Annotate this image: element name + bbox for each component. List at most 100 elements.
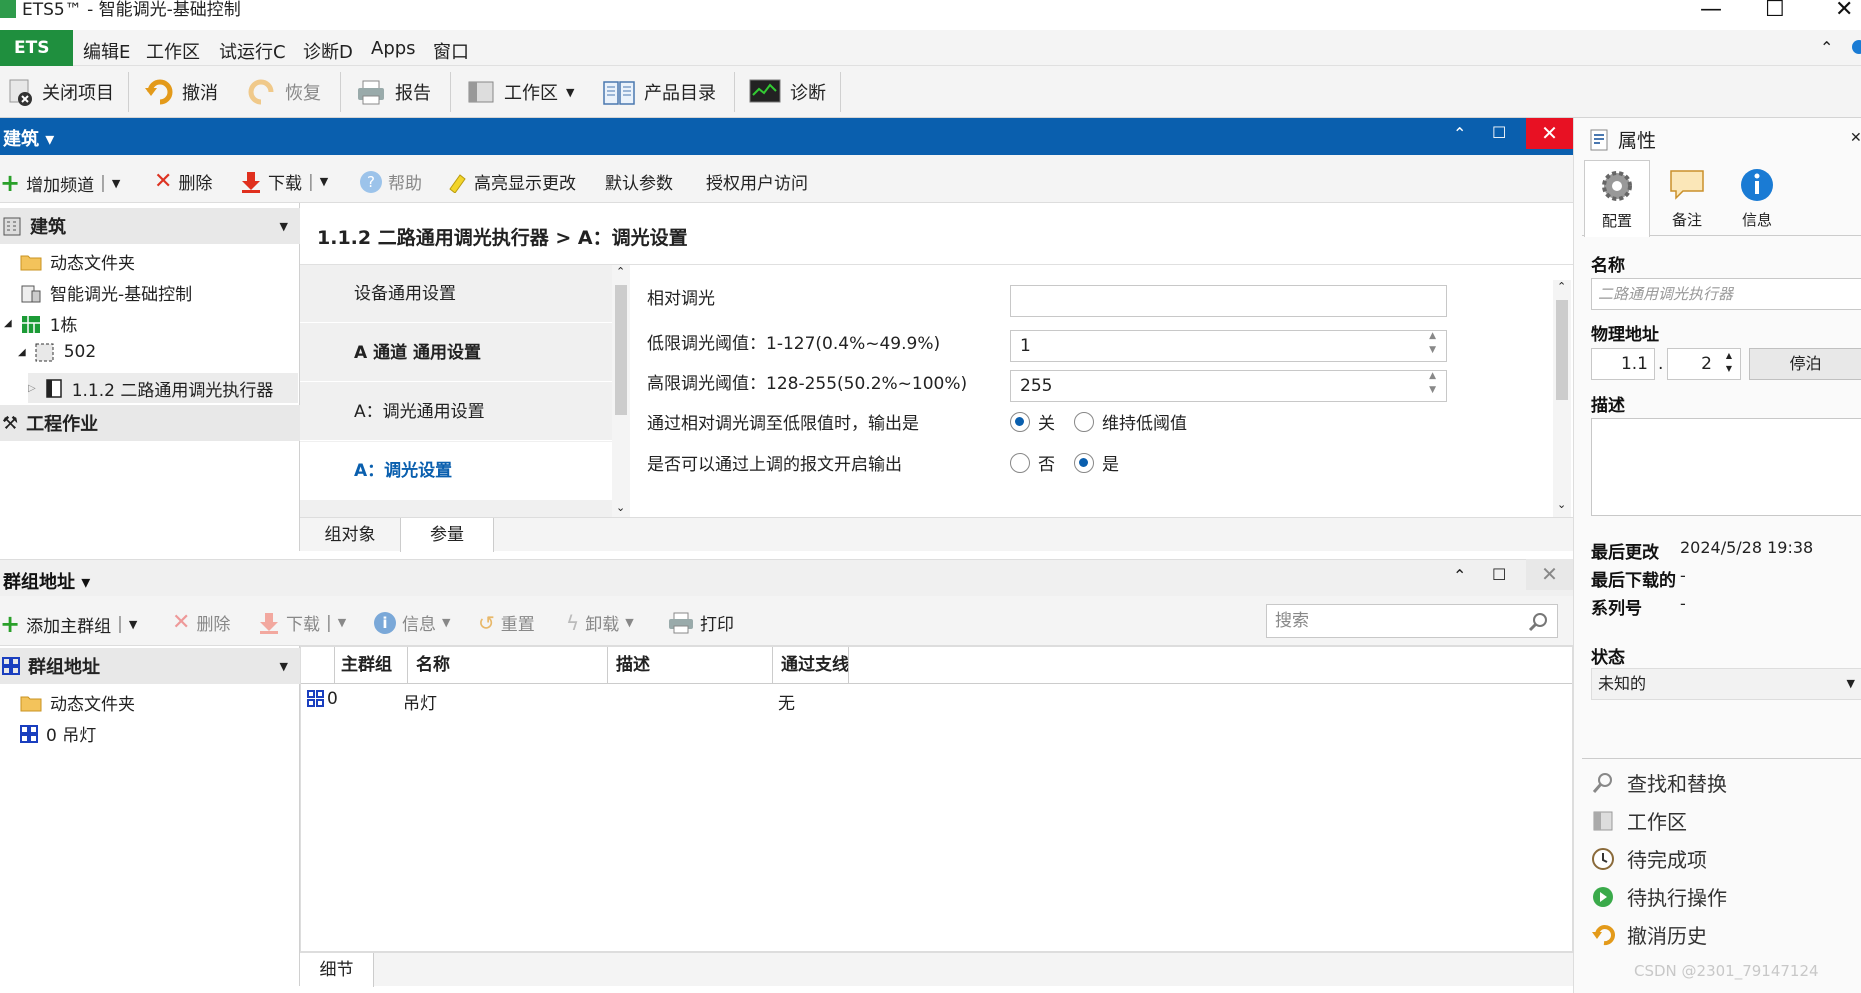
scroll-up-icon[interactable]: ⌃ <box>616 265 625 278</box>
tree-item-building[interactable]: ◢ 1栋 <box>4 311 78 336</box>
name-input[interactable]: 二路通用调光执行器 <box>1591 278 1861 310</box>
default-params-button[interactable]: 默认参数 <box>605 169 673 194</box>
scroll-thumb[interactable] <box>1556 300 1568 400</box>
scroll-down-icon[interactable]: ⌄ <box>1557 498 1566 511</box>
report-button[interactable]: 报告 <box>355 66 431 118</box>
delete-button[interactable]: ✕ 删除 <box>154 169 212 194</box>
status-select[interactable]: 未知的 ▼ <box>1591 668 1861 700</box>
tab-details[interactable]: 细节 <box>300 953 374 987</box>
side-undo-history[interactable]: 撤消历史 <box>1591 920 1707 949</box>
close-properties-icon[interactable]: ✕ <box>1850 130 1861 146</box>
table-row[interactable]: 0 吊灯 无 <box>301 685 1572 715</box>
redo-button[interactable]: 恢复 <box>247 66 321 118</box>
nav-a-dimming-general[interactable]: A：调光通用设置 <box>300 383 612 441</box>
tab-parameters[interactable]: 参量 <box>400 518 494 552</box>
side-workspace[interactable]: 工作区 <box>1591 806 1687 835</box>
delete-button[interactable]: ✕ 删除 <box>172 610 230 635</box>
nav-device-general[interactable]: 设备通用设置 <box>300 265 612 323</box>
expand-arrow-icon[interactable]: ◢ <box>18 347 26 358</box>
scroll-up-icon[interactable]: ⌃ <box>1557 280 1566 293</box>
stepper-arrows-icon[interactable]: ▲ ▼ <box>1429 369 1436 397</box>
phys-device-stepper[interactable]: 2 ▲ ▼ <box>1667 348 1741 380</box>
highlight-changes-button[interactable]: 高亮显示更改 <box>446 169 576 194</box>
maximize-button[interactable]: ☐ <box>1765 0 1785 21</box>
unload-button[interactable]: ϟ 卸载 ▼ <box>566 610 634 636</box>
print-button[interactable]: 打印 <box>668 610 734 635</box>
scroll-down-icon[interactable]: ⌄ <box>616 501 625 514</box>
dropdown-arrow-icon[interactable]: ▼ <box>280 660 288 673</box>
menu-apps[interactable]: Apps <box>371 38 416 59</box>
tree-header-work[interactable]: ⚒ 工程作业 <box>0 405 300 441</box>
add-channel-button[interactable]: + 增加频道 | ▼ <box>0 169 120 197</box>
column-name[interactable]: 名称 <box>408 647 608 683</box>
park-button[interactable]: 停泊 <box>1749 348 1861 380</box>
expand-arrow-icon[interactable]: ▷ <box>28 383 36 394</box>
nav-scrollbar[interactable]: ⌃ ⌄ <box>612 265 630 517</box>
nav-channel-a-general[interactable]: A 通道 通用设置 <box>300 324 612 382</box>
side-find-replace[interactable]: 查找和替换 <box>1591 768 1727 797</box>
undo-button[interactable]: 撤消 <box>144 66 218 118</box>
phys-area-field[interactable]: 1.1 <box>1591 348 1655 380</box>
output-off-radio[interactable]: 关 <box>1010 409 1055 434</box>
authorize-user-button[interactable]: 授权用户访问 <box>706 169 808 194</box>
menu-edit[interactable]: 编辑E <box>83 38 130 64</box>
dropdown-arrow-icon[interactable]: ▼ <box>442 616 450 629</box>
nav-a-dimming-settings[interactable]: A：调光设置 <box>300 442 612 500</box>
enable-no-radio[interactable]: 否 <box>1010 450 1055 475</box>
low-threshold-stepper[interactable]: 1 ▲ ▼ <box>1010 330 1447 362</box>
collapse-panel-icon[interactable]: ⌃ <box>1453 124 1466 143</box>
scroll-thumb[interactable] <box>615 285 627 415</box>
tree-item-room[interactable]: ◢ 502 <box>18 342 96 362</box>
info-button[interactable]: i 信息 ▼ <box>374 610 450 635</box>
close-building-panel-button[interactable]: ✕ <box>1526 118 1573 149</box>
group-search-input[interactable]: 搜索 <box>1266 604 1558 638</box>
output-keep-low-radio[interactable]: 维持低阈值 <box>1074 409 1187 434</box>
close-group-panel-button[interactable]: ✕ <box>1526 559 1573 590</box>
params-scrollbar[interactable]: ⌃ ⌄ <box>1553 280 1571 517</box>
enable-yes-radio[interactable]: 是 <box>1074 450 1119 475</box>
download-button[interactable]: 下载 | ▼ <box>258 610 346 635</box>
dropdown-arrow-icon[interactable]: ▼ <box>280 220 288 233</box>
dropdown-arrow-icon[interactable]: ▼ <box>129 618 137 631</box>
diagnostics-button[interactable]: 诊断 <box>748 66 826 118</box>
maximize-panel-icon[interactable]: ☐ <box>1492 565 1506 584</box>
dropdown-arrow-icon[interactable]: ▼ <box>338 616 346 629</box>
tree-header-group-addresses[interactable]: 群组地址 ▼ <box>0 648 300 684</box>
tab-config[interactable]: 配置 <box>1584 160 1650 237</box>
help-button[interactable]: ? 帮助 <box>360 169 422 194</box>
side-pending-operations[interactable]: 待执行操作 <box>1591 882 1727 911</box>
search-icon[interactable] <box>1527 611 1549 633</box>
add-main-group-button[interactable]: + 添加主群组 | ▼ <box>0 610 137 638</box>
tree-item-device[interactable]: ▷ 1.1.2 二路通用调光执行器 <box>28 373 298 403</box>
tab-info[interactable]: 信息 <box>1724 160 1790 237</box>
tab-notes[interactable]: 备注 <box>1654 160 1720 237</box>
building-panel-title[interactable]: 建筑 ▾ <box>3 125 54 151</box>
menu-commissioning[interactable]: 试运行C <box>219 38 286 64</box>
dropdown-arrow-icon[interactable]: ▼ <box>320 175 328 188</box>
side-todo[interactable]: 待完成项 <box>1591 844 1707 873</box>
dropdown-arrow-icon[interactable]: ▼ <box>112 177 120 190</box>
group-panel-title[interactable]: 群组地址 ▾ <box>3 568 90 594</box>
minimize-button[interactable]: — <box>1700 0 1722 21</box>
menu-diagnostics[interactable]: 诊断D <box>303 38 353 64</box>
close-window-button[interactable]: ✕ <box>1835 0 1853 21</box>
menu-workspace[interactable]: 工作区 <box>146 38 200 64</box>
reset-button[interactable]: ↺ 重置 <box>478 610 535 636</box>
stepper-arrows-icon[interactable]: ▲ ▼ <box>1726 349 1732 375</box>
description-textarea[interactable] <box>1591 418 1861 516</box>
column-pass-through[interactable]: 通过支线耦 <box>773 647 849 683</box>
column-main-group[interactable]: 主群组 <box>335 647 408 683</box>
tree-item-dynamic-folder[interactable]: 动态文件夹 <box>20 249 135 274</box>
download-button[interactable]: 下载 | ▼ <box>240 169 328 194</box>
collapse-panel-icon[interactable]: ⌃ <box>1453 566 1466 585</box>
high-threshold-stepper[interactable]: 255 ▲ ▼ <box>1010 370 1447 402</box>
tree-header-building[interactable]: 建筑 ▼ <box>0 208 300 244</box>
catalog-button[interactable]: 产品目录 <box>602 66 716 118</box>
maximize-panel-icon[interactable]: ☐ <box>1492 123 1506 142</box>
close-project-button[interactable]: 关闭项目 <box>6 66 114 118</box>
ets-menu-button[interactable]: ETS <box>0 30 73 66</box>
relative-dimming-field[interactable] <box>1010 285 1447 317</box>
menu-window[interactable]: 窗口 <box>433 38 469 64</box>
column-description[interactable]: 描述 <box>608 647 773 683</box>
collapse-ribbon-icon[interactable]: ⌃ <box>1820 38 1833 57</box>
